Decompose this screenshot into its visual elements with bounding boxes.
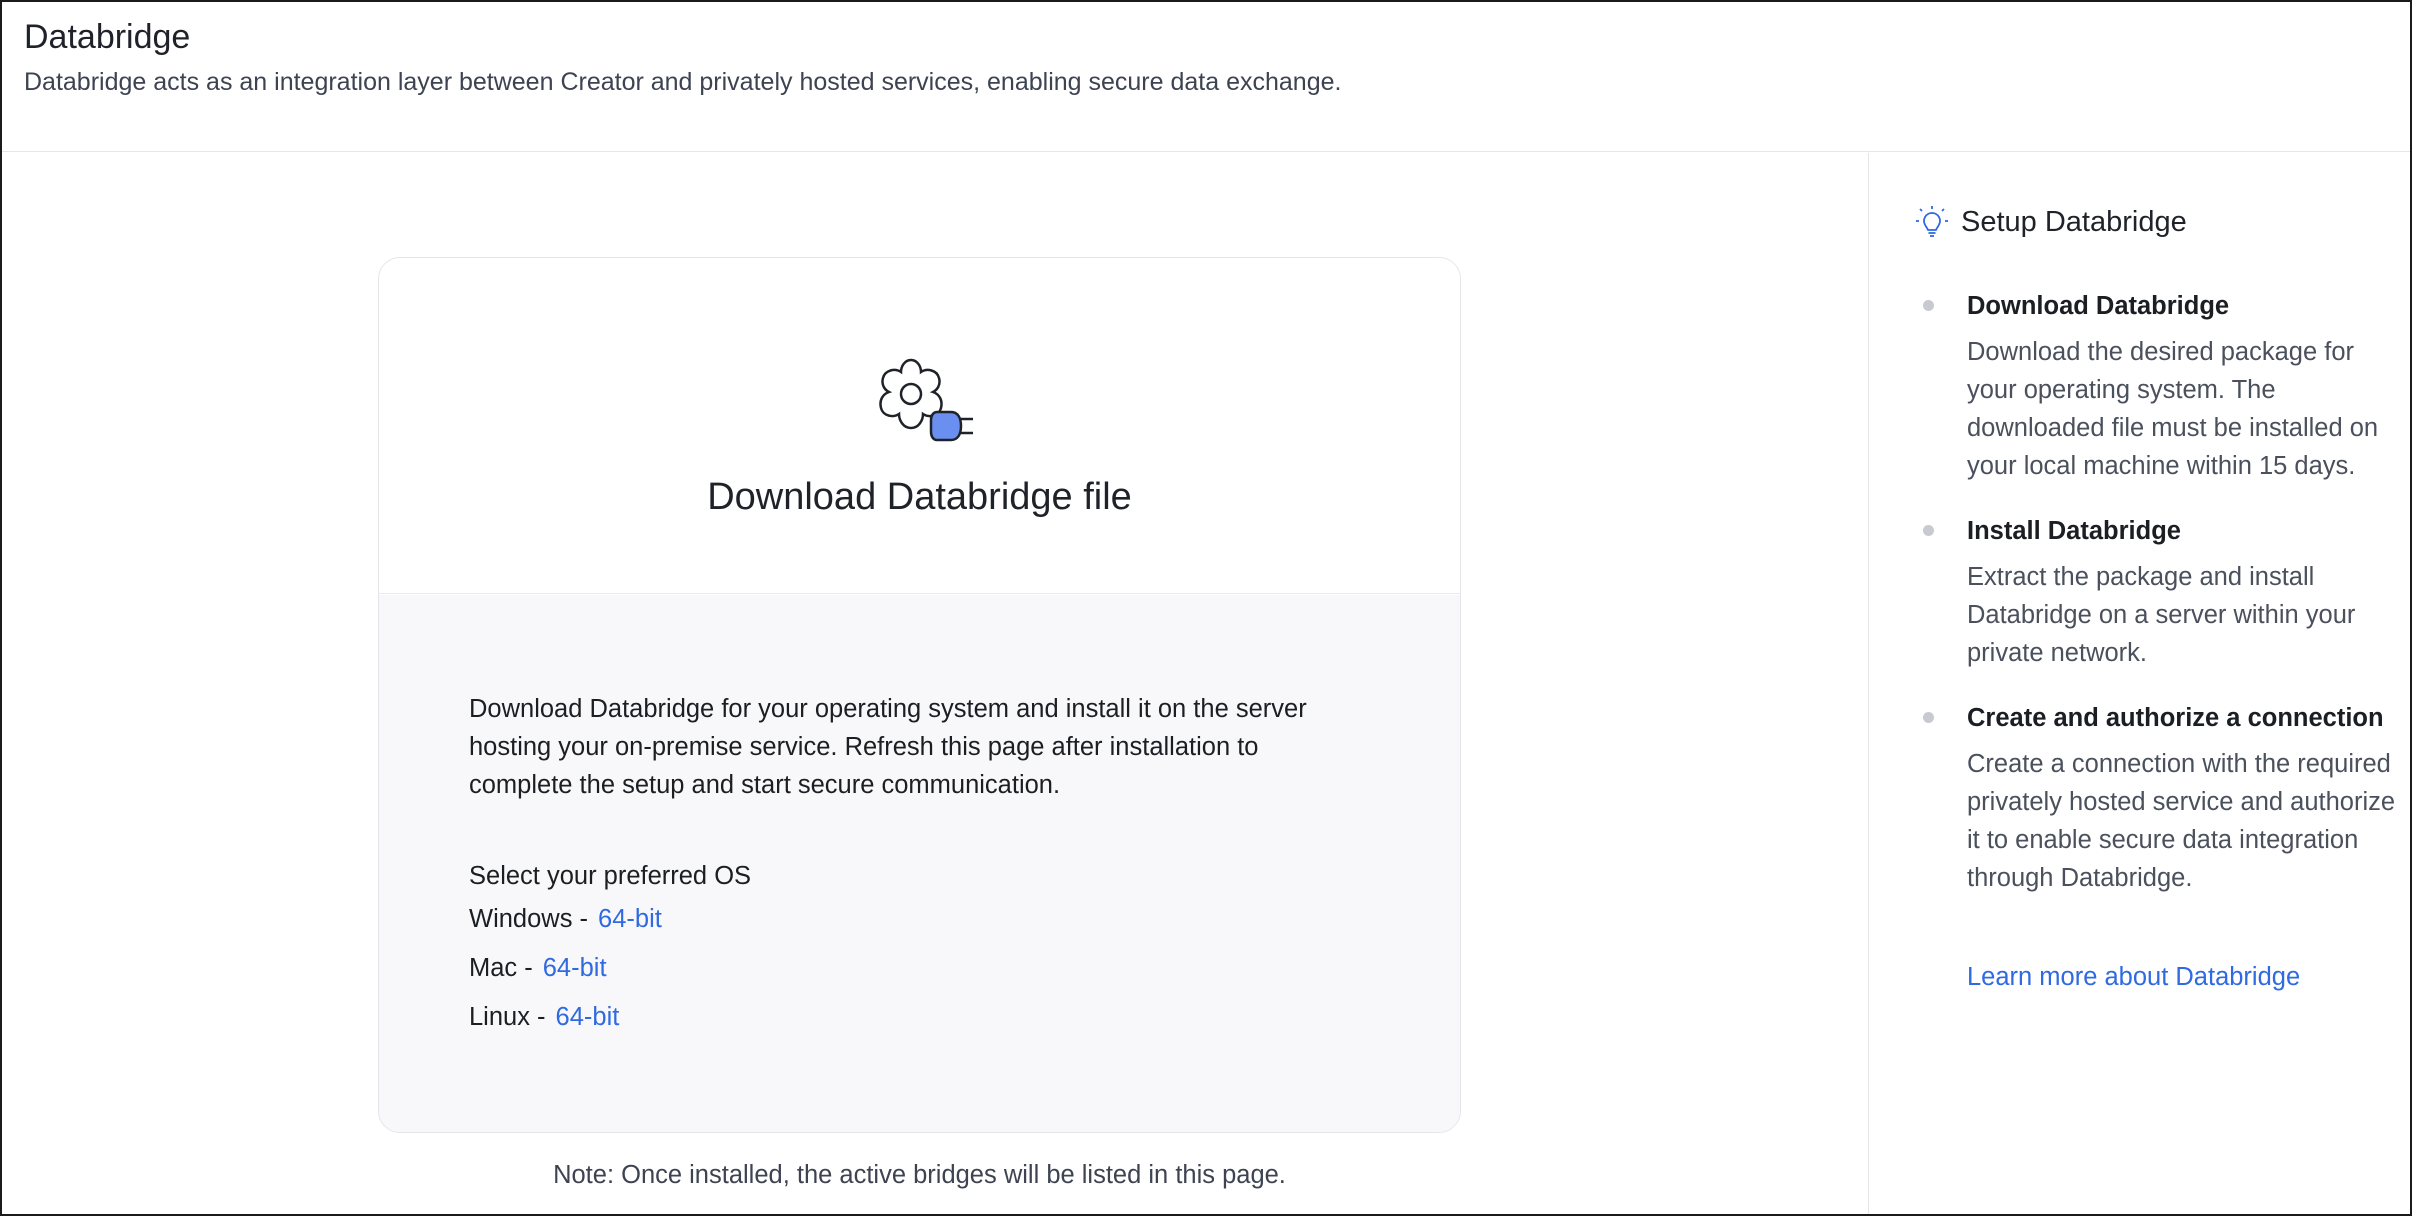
step-description: Download the desired package for your op…	[1967, 338, 2379, 480]
os-label-mac: Mac -	[469, 954, 533, 982]
card-header: Download Databridge file	[379, 258, 1460, 594]
step-bullet	[1923, 712, 1934, 723]
step-title: Create and authorize a connection	[1967, 704, 2384, 732]
step-description: Extract the package and install Databrid…	[1967, 563, 2356, 667]
os-label-windows: Windows -	[469, 905, 589, 933]
page-description: Databridge acts as an integration layer …	[24, 68, 1342, 96]
page-title: Databridge	[24, 18, 191, 56]
app-frame: Databridge Databridge acts as an integra…	[0, 0, 2412, 1216]
setup-step: Download Databridge Download the desired…	[1923, 287, 2407, 485]
mac-64bit-link[interactable]: 64-bit	[543, 954, 607, 982]
setup-sidebar: Setup Databridge Download Databridge Dow…	[1868, 153, 2410, 1214]
os-option-linux: Linux - 64-bit	[469, 1003, 619, 1032]
windows-64bit-link[interactable]: 64-bit	[598, 905, 662, 933]
page-header: Databridge Databridge acts as an integra…	[2, 2, 2410, 152]
download-card: Download Databridge file Download Databr…	[378, 257, 1461, 1133]
linux-64bit-link[interactable]: 64-bit	[556, 1003, 620, 1031]
card-title: Download Databridge file	[707, 476, 1132, 518]
step-title: Install Databridge	[1967, 517, 2181, 545]
step-bullet	[1923, 525, 1934, 536]
step-title: Download Databridge	[1967, 292, 2230, 320]
os-label-linux: Linux -	[469, 1003, 546, 1031]
card-description: Download Databridge for your operating s…	[469, 695, 1307, 799]
sidebar-header: Setup Databridge	[1915, 205, 2187, 239]
gear-plug-icon	[879, 358, 973, 442]
main-content: Download Databridge file Download Databr…	[2, 153, 1868, 1214]
os-option-windows: Windows - 64-bit	[469, 905, 662, 934]
installation-note: Note: Once installed, the active bridges…	[553, 1161, 1286, 1189]
os-option-mac: Mac - 64-bit	[469, 954, 607, 983]
step-description: Create a connection with the required pr…	[1967, 750, 2396, 892]
lightbulb-icon	[1916, 206, 1948, 237]
sidebar-title: Setup Databridge	[1961, 205, 2187, 238]
os-select-heading: Select your preferred OS	[469, 862, 752, 890]
card-body: Download Databridge for your operating s…	[379, 595, 1460, 1132]
step-bullet	[1923, 300, 1934, 311]
setup-step: Create and authorize a connection Create…	[1923, 699, 2407, 897]
setup-step: Install Databridge Extract the package a…	[1923, 512, 2407, 672]
learn-more-link[interactable]: Learn more about Databridge	[1967, 963, 2300, 992]
